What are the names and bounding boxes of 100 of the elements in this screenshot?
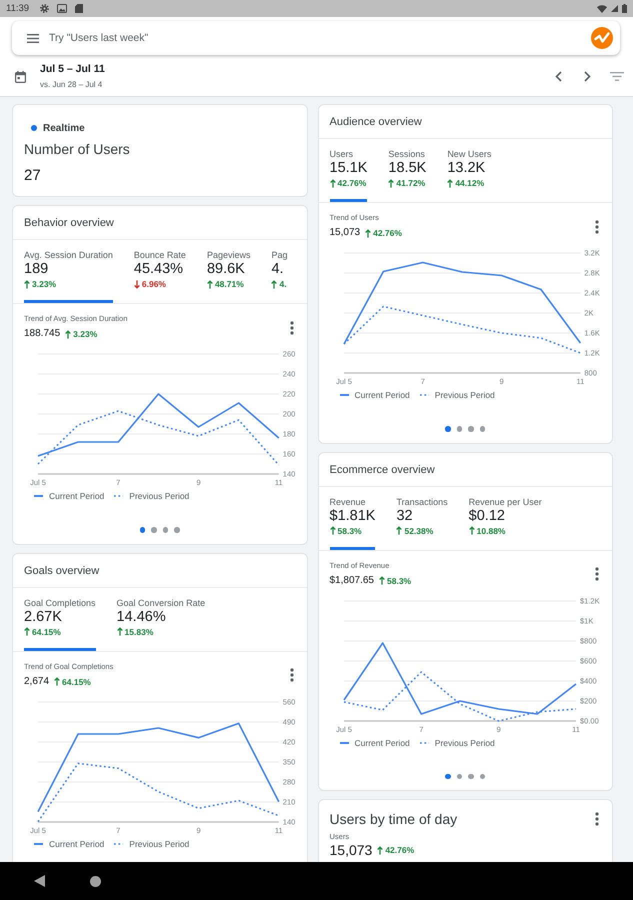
legend-label: Previous Period xyxy=(434,736,495,748)
chevron-left-icon[interactable] xyxy=(555,71,562,82)
more-options-icon[interactable] xyxy=(595,567,599,581)
change-percent: 42.76% xyxy=(373,227,402,239)
metric-value: 15,073 xyxy=(330,842,372,858)
page-dot-icon[interactable] xyxy=(174,527,180,532)
trend-value: 15,073 xyxy=(330,226,360,240)
home-icon[interactable] xyxy=(90,876,101,886)
change-percent: 42.76% xyxy=(338,177,366,189)
calendar-icon xyxy=(15,70,26,82)
metric-label: Bounce Rate xyxy=(134,249,186,261)
metric-tab[interactable]: Pageviews 89.6K 48.71% xyxy=(206,249,250,303)
page-dot-icon[interactable] xyxy=(480,426,486,432)
page-dot-icon[interactable] xyxy=(162,527,168,532)
metric-label: Sessions xyxy=(388,148,426,160)
change-percent: 44.12% xyxy=(455,177,484,189)
card-title: Users by time of day xyxy=(330,810,458,828)
metric-value: 27 xyxy=(24,166,42,186)
metric-value: 4. xyxy=(271,261,285,278)
change-percent: 3.23% xyxy=(32,278,56,290)
card-title: Goals overview xyxy=(24,564,100,576)
metric-label: Revenue xyxy=(330,496,367,508)
metric-label: Goal Completions xyxy=(24,596,96,608)
menu-icon[interactable] xyxy=(27,34,39,42)
solid-line-icon xyxy=(340,742,348,744)
page-dot-icon[interactable] xyxy=(140,527,146,532)
change-percent: 3.23% xyxy=(73,328,98,340)
legend-label: Previous Period xyxy=(434,389,495,401)
battery-icon xyxy=(622,4,627,13)
metric-value: 18.5K xyxy=(388,160,426,177)
metric-tab[interactable]: Bounce Rate 45.43% 6.96% xyxy=(134,249,186,303)
metric-label: Goal Conversion Rate xyxy=(116,596,206,608)
search-field[interactable]: Try "Users last week" xyxy=(49,30,581,46)
chevron-right-icon[interactable] xyxy=(584,71,591,82)
page-dot-icon[interactable] xyxy=(468,774,474,779)
trend-value: $1,807.65 xyxy=(330,574,374,588)
image-icon xyxy=(57,4,68,13)
metric-tab[interactable]: Sessions 18.5K 41.72% xyxy=(388,148,426,202)
more-options-icon[interactable] xyxy=(290,320,294,334)
metric-label: New Users xyxy=(447,148,492,160)
metric-value: 2.67K xyxy=(24,608,63,626)
metric-label: Number of Users xyxy=(24,140,131,158)
metric-value: $1.81K xyxy=(330,508,376,524)
signal-icon xyxy=(611,5,618,12)
dotted-line-icon xyxy=(420,742,429,744)
trend-value: 2,674 xyxy=(24,674,50,688)
legend-label: Current Period xyxy=(49,490,104,502)
page-dot-icon[interactable] xyxy=(456,426,462,432)
metric-value: 89.6K xyxy=(206,261,246,278)
page-dot-icon[interactable] xyxy=(468,426,474,432)
live-dot-icon xyxy=(31,125,37,131)
legend-label: Previous Period xyxy=(129,838,190,850)
dotted-line-icon xyxy=(420,394,429,396)
page-dot-icon[interactable] xyxy=(445,774,451,779)
date-range: Jul 5 – Jul 11 xyxy=(40,63,105,76)
metric-tab[interactable]: Goal Conversion Rate 14.46% 15.83% xyxy=(116,596,206,650)
page-dot-icon[interactable] xyxy=(480,774,486,779)
metric-tab[interactable]: Revenue $1.81K 58.3% xyxy=(330,496,376,550)
more-options-icon[interactable] xyxy=(595,220,599,234)
metric-tab[interactable]: Goal Completions 2.67K 64.15% xyxy=(24,596,96,650)
solid-line-icon xyxy=(340,394,348,396)
change-percent: 48.71% xyxy=(214,278,244,290)
more-options-icon[interactable] xyxy=(290,668,294,682)
page-dot-icon[interactable] xyxy=(456,774,462,779)
card-title: Ecommerce overview xyxy=(330,464,435,476)
metric-tab[interactable]: Transactions 32 52.38% xyxy=(396,496,448,550)
metric-value: 14.46% xyxy=(116,608,167,626)
metric-tab[interactable]: Users 15.1K 42.76% xyxy=(330,148,368,202)
metric-label: Avg. Session Duration xyxy=(24,249,113,261)
metric-tab[interactable]: Pag 4. 4. xyxy=(271,249,288,303)
metric-tab[interactable]: New Users 13.2K 44.12% xyxy=(447,148,492,202)
solid-line-icon xyxy=(34,495,43,497)
metric-value: 13.2K xyxy=(447,160,486,177)
change-percent: 6.96% xyxy=(142,278,166,290)
filter-icon[interactable] xyxy=(610,72,624,81)
change-percent: 41.72% xyxy=(396,177,426,189)
metric-tab[interactable]: Revenue per User $0.12 10.88% xyxy=(468,496,542,550)
card-title: Behavior overview xyxy=(24,217,114,229)
status-time: 11:39 xyxy=(6,3,30,14)
change-percent: 4. xyxy=(279,278,287,290)
wifi-icon xyxy=(597,4,607,12)
change-percent: 42.76% xyxy=(385,844,414,856)
more-options-icon[interactable] xyxy=(595,812,599,826)
metric-label: Pag xyxy=(271,249,288,261)
card-title: Audience overview xyxy=(330,116,422,128)
metric-label: Revenue per User xyxy=(468,496,542,508)
legend-label: Previous Period xyxy=(129,490,190,502)
page-dot-icon[interactable] xyxy=(445,426,451,432)
solid-line-icon xyxy=(34,842,43,844)
page-dot-icon[interactable] xyxy=(151,527,157,532)
metric-tab[interactable]: Avg. Session Duration 189 3.23% xyxy=(24,249,113,303)
logo-icon[interactable] xyxy=(591,27,613,49)
trend-value: 188.745 xyxy=(24,327,60,341)
comparison-range: vs. Jun 28 – Jul 4 xyxy=(40,79,104,90)
change-percent: 58.3% xyxy=(387,574,412,586)
metric-value: 32 xyxy=(396,508,414,524)
metric-label: Pageviews xyxy=(206,249,250,261)
legend-label: Current Period xyxy=(354,389,410,401)
change-percent: 58.3% xyxy=(338,524,362,536)
back-icon[interactable] xyxy=(34,875,45,887)
